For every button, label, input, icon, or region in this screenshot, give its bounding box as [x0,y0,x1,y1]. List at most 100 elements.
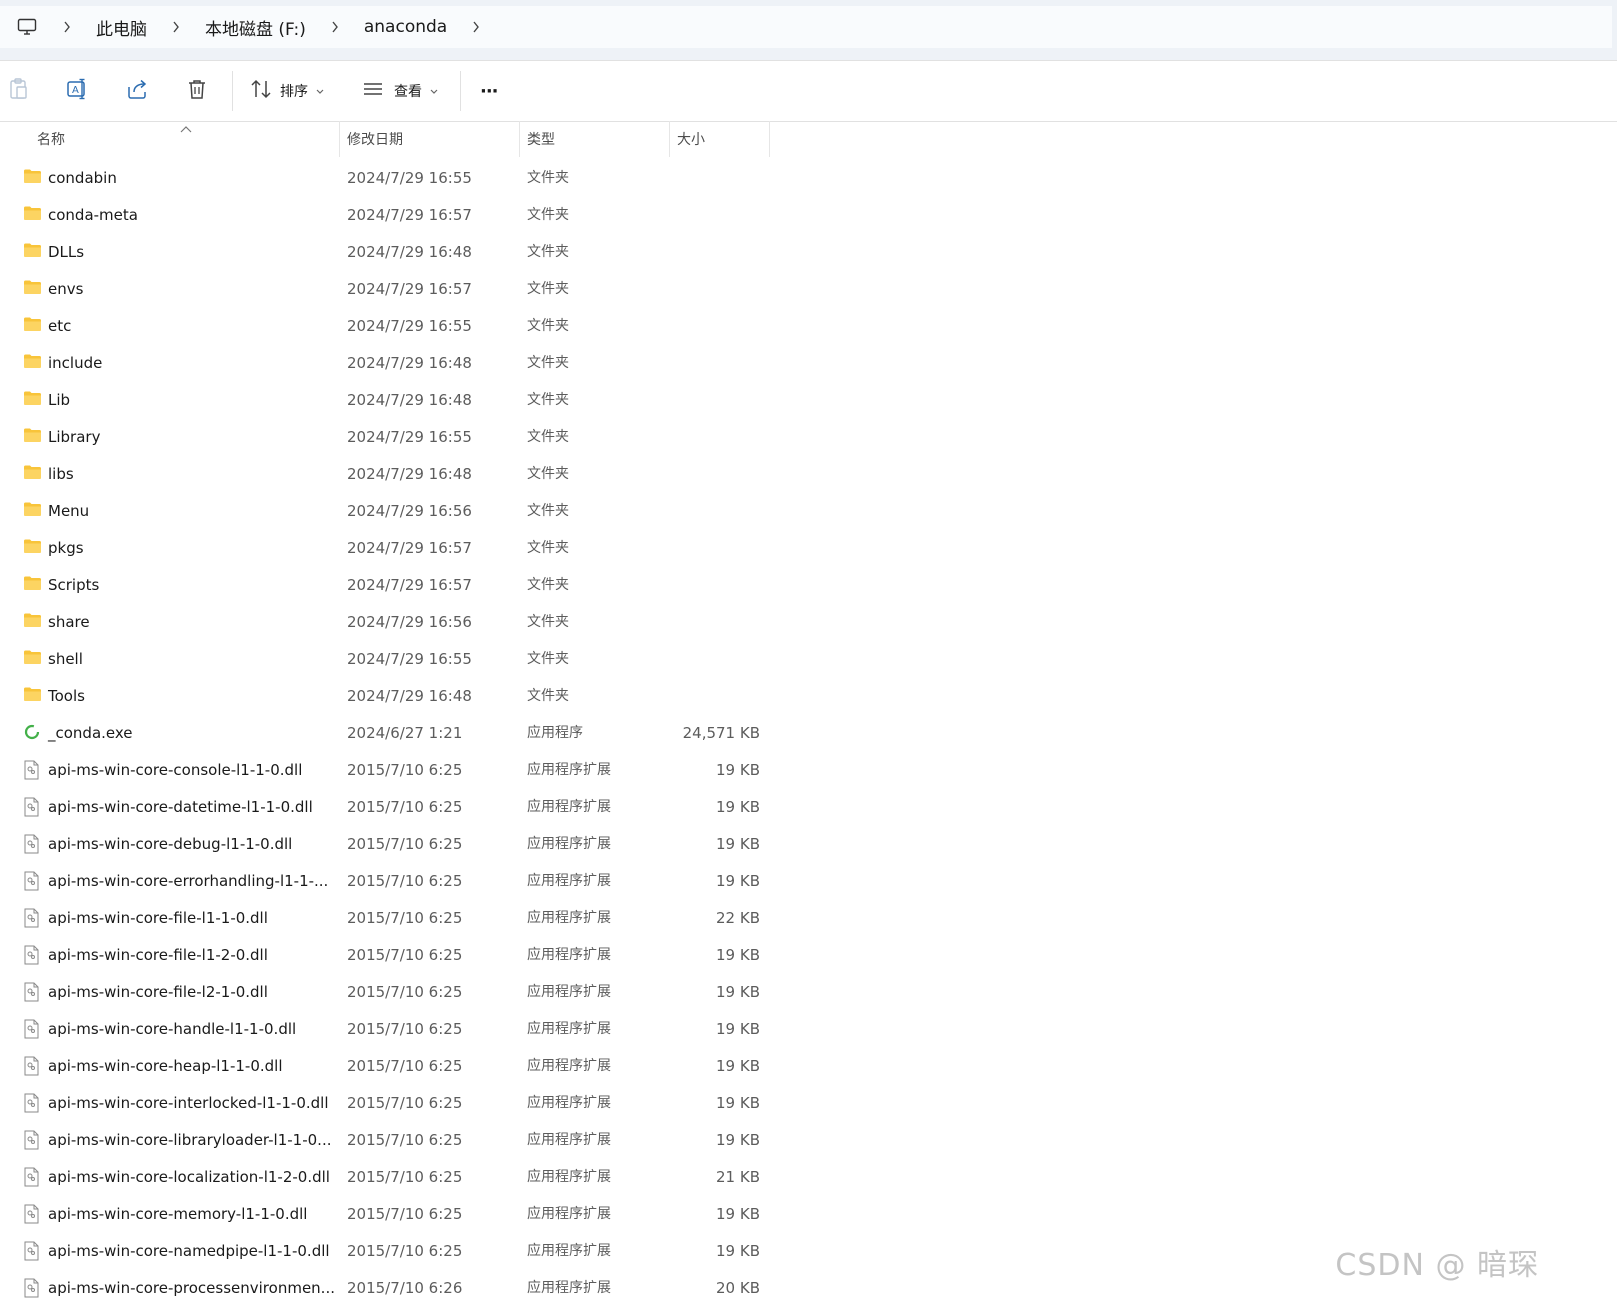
file-row[interactable]: Tools 2024/7/29 16:48 文件夹 [0,678,780,715]
file-row[interactable]: libs 2024/7/29 16:48 文件夹 [0,456,780,493]
breadcrumb-this-pc[interactable]: 此电脑 [96,15,147,40]
file-row[interactable]: api-ms-win-core-errorhandling-l1-1-... 20… [0,863,780,900]
more-options-icon: ··· [480,80,498,102]
file-modified-date: 2024/7/29 16:48 [347,687,472,705]
sort-arrows-icon [250,79,272,103]
file-row[interactable]: api-ms-win-core-file-l1-1-0.dll 2015/7/10… [0,900,780,937]
file-size: 19 KB [716,835,760,853]
address-bar-container: 此电脑 本地磁盘 (F:) anaconda [0,0,1617,60]
file-row[interactable]: Library 2024/7/29 16:55 文件夹 [0,419,780,456]
file-row[interactable]: share 2024/7/29 16:56 文件夹 [0,604,780,641]
file-name: api-ms-win-core-datetime-l1-1-0.dll [48,798,313,816]
file-row[interactable]: etc 2024/7/29 16:55 文件夹 [0,308,780,345]
file-size [660,382,760,419]
folder-icon [23,353,41,371]
column-resize-handle[interactable] [339,121,340,157]
file-row[interactable]: api-ms-win-core-processenvironmen... 2015… [0,1270,780,1306]
column-header-size[interactable]: 大小 [677,121,705,157]
chevron-right-icon[interactable] [60,21,74,33]
this-pc-icon[interactable] [16,18,38,36]
file-type: 文件夹 [527,503,569,519]
file-row[interactable]: api-ms-win-core-interlocked-l1-1-0.dll 20… [0,1085,780,1122]
file-row[interactable]: shell 2024/7/29 16:55 文件夹 [0,641,780,678]
chevron-right-icon[interactable] [469,21,483,33]
file-name: shell [48,650,83,668]
file-type: 应用程序扩展 [527,1206,611,1222]
file-name: envs [48,280,84,298]
file-row[interactable]: api-ms-win-core-memory-l1-1-0.dll 2015/7/… [0,1196,780,1233]
column-header-date[interactable]: 修改日期 [347,121,403,157]
file-row[interactable]: api-ms-win-core-debug-l1-1-0.dll 2015/7/1… [0,826,780,863]
file-row[interactable]: Scripts 2024/7/29 16:57 文件夹 [0,567,780,604]
file-modified-date: 2024/7/29 16:57 [347,206,472,224]
file-type: 文件夹 [527,244,569,260]
file-row[interactable]: api-ms-win-core-heap-l1-1-0.dll 2015/7/10… [0,1048,780,1085]
breadcrumb-local-disk-f[interactable]: 本地磁盘 (F:) [205,15,306,40]
file-size: 19 KB [716,1094,760,1112]
file-row[interactable]: envs 2024/7/29 16:57 文件夹 [0,271,780,308]
column-resize-handle[interactable] [519,121,520,157]
file-row[interactable]: _conda.exe 2024/6/27 1:21 应用程序 24,571 KB [0,715,780,752]
file-name: Tools [48,687,85,705]
file-row[interactable]: condabin 2024/7/29 16:55 文件夹 [0,160,780,197]
paste-button[interactable] [8,75,30,107]
file-row[interactable]: DLLs 2024/7/29 16:48 文件夹 [0,234,780,271]
rename-button[interactable]: A [66,75,90,107]
file-modified-date: 2015/7/10 6:25 [347,946,463,964]
file-modified-date: 2015/7/10 6:25 [347,909,463,927]
column-resize-handle[interactable] [769,121,770,157]
share-button[interactable] [126,75,150,107]
chevron-right-icon[interactable] [169,21,183,33]
column-header-name[interactable]: 名称 [37,121,65,157]
file-row[interactable]: Lib 2024/7/29 16:48 文件夹 [0,382,780,419]
file-row[interactable]: Menu 2024/7/29 16:56 文件夹 [0,493,780,530]
file-name: api-ms-win-core-console-l1-1-0.dll [48,761,303,779]
column-header-type[interactable]: 类型 [527,121,555,157]
file-row[interactable]: api-ms-win-core-file-l2-1-0.dll 2015/7/10… [0,974,780,1011]
dll-file-icon [23,1278,41,1298]
file-row[interactable]: api-ms-win-core-namedpipe-l1-1-0.dll 2015… [0,1233,780,1270]
file-row[interactable]: api-ms-win-core-console-l1-1-0.dll 2015/7… [0,752,780,789]
folder-icon [23,390,41,408]
sort-label: 排序 [280,84,308,100]
file-name: api-ms-win-core-file-l2-1-0.dll [48,983,268,1001]
file-size: 19 KB [716,1057,760,1075]
file-size [660,197,760,234]
file-modified-date: 2024/7/29 16:57 [347,280,472,298]
file-modified-date: 2024/7/29 16:57 [347,539,472,557]
file-type: 应用程序扩展 [527,762,611,778]
file-row[interactable]: pkgs 2024/7/29 16:57 文件夹 [0,530,780,567]
file-modified-date: 2024/6/27 1:21 [347,724,463,742]
address-bar[interactable]: 此电脑 本地磁盘 (F:) anaconda [0,6,1612,48]
file-row[interactable]: include 2024/7/29 16:48 文件夹 [0,345,780,382]
folder-icon [23,242,41,260]
breadcrumb-anaconda[interactable]: anaconda [364,17,447,37]
file-modified-date: 2015/7/10 6:25 [347,983,463,1001]
file-type: 应用程序扩展 [527,984,611,1000]
file-type: 应用程序扩展 [527,1021,611,1037]
file-row[interactable]: api-ms-win-core-file-l1-2-0.dll 2015/7/10… [0,937,780,974]
dll-file-icon [23,1167,41,1187]
chevron-right-icon[interactable] [328,21,342,33]
file-size [660,567,760,604]
file-modified-date: 2024/7/29 16:56 [347,502,472,520]
view-button[interactable]: 查看 [362,75,438,107]
more-options-button[interactable]: ··· [480,75,498,107]
file-name: _conda.exe [48,724,133,742]
file-row[interactable]: api-ms-win-core-libraryloader-l1-1-0... 2… [0,1122,780,1159]
file-size [660,234,760,271]
file-row[interactable]: conda-meta 2024/7/29 16:57 文件夹 [0,197,780,234]
file-row[interactable]: api-ms-win-core-localization-l1-2-0.dll 2… [0,1159,780,1196]
sort-button[interactable]: 排序 [250,75,324,107]
file-row[interactable]: api-ms-win-core-datetime-l1-1-0.dll 2015/… [0,789,780,826]
file-type: 文件夹 [527,170,569,186]
file-type: 文件夹 [527,355,569,371]
file-size: 24,571 KB [682,724,760,742]
view-lines-icon [362,81,384,101]
column-resize-handle[interactable] [669,121,670,157]
file-size: 19 KB [716,1242,760,1260]
delete-button[interactable] [186,75,208,107]
file-row[interactable]: api-ms-win-core-handle-l1-1-0.dll 2015/7/… [0,1011,780,1048]
file-modified-date: 2015/7/10 6:25 [347,872,463,890]
dll-file-icon [23,760,41,780]
